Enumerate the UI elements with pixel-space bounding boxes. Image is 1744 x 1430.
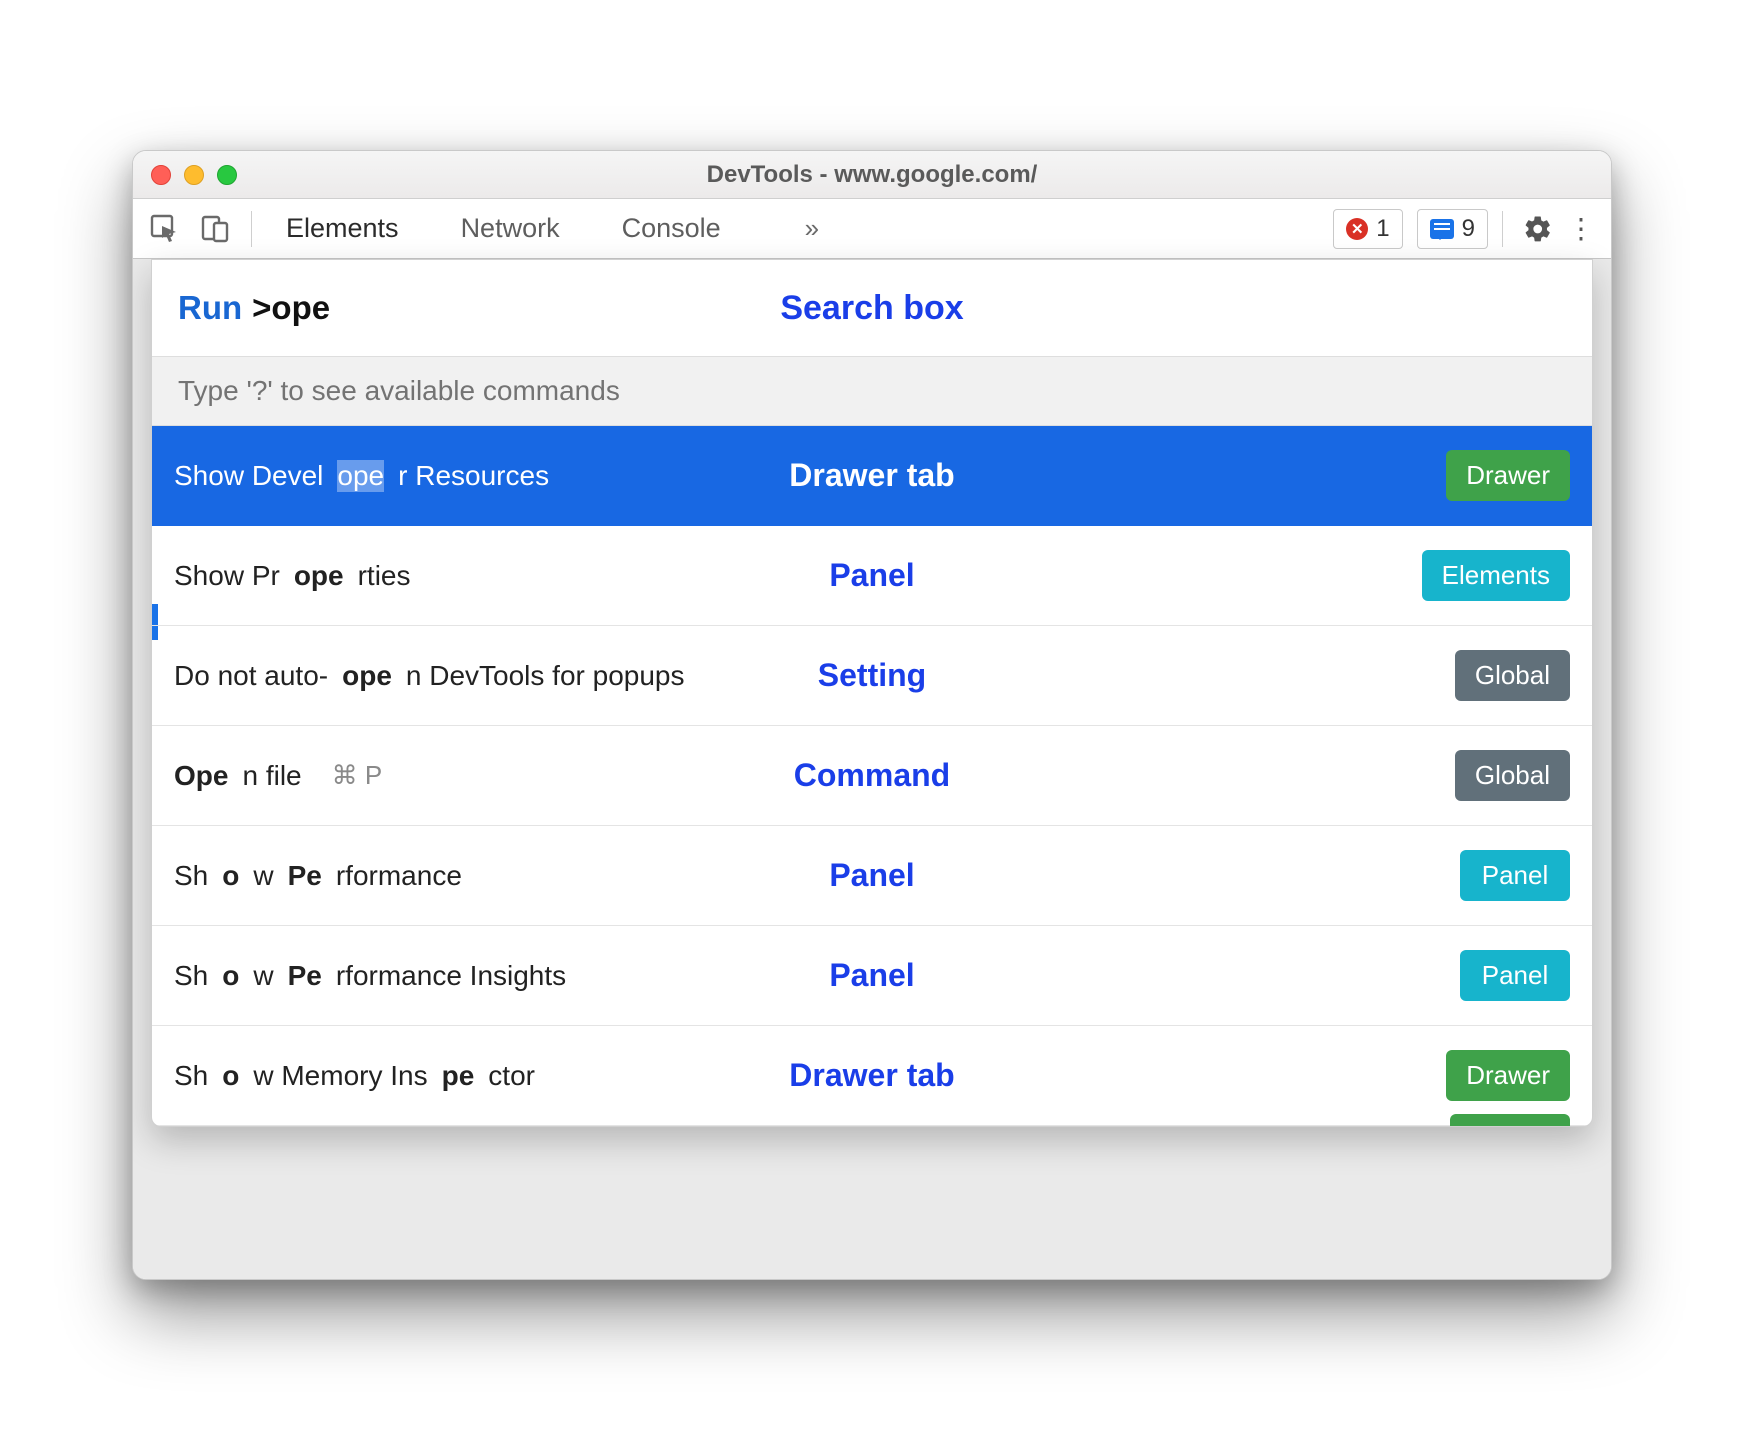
result-badge: Panel [1460,950,1570,1001]
result-badge: Panel [1460,850,1570,901]
messages-badge[interactable]: 9 [1417,209,1488,249]
tab-console[interactable]: Console [616,213,727,244]
tab-elements[interactable]: Elements [280,213,405,244]
devtools-window: DevTools - www.google.com/ Elements Netw… [132,150,1612,1280]
next-result-peek [1450,1114,1570,1127]
content-area: Run >ope Search box Type '?' to see avai… [133,259,1611,1279]
result-text: Show Performance [174,860,462,892]
result-badge: Global [1455,650,1570,701]
result-text: Show Developer Resources [174,460,549,492]
window-title: DevTools - www.google.com/ [133,161,1611,189]
result-text: Open file⌘ P [174,760,382,792]
result-text: Do not auto-open DevTools for popups [174,660,685,692]
annotation-type: Command [794,757,950,794]
command-hint: Type '?' to see available commands [152,356,1592,426]
annotation-type: Drawer tab [789,457,954,494]
command-result[interactable]: Do not auto-open DevTools for popups Set… [152,626,1592,726]
command-menu: Run >ope Search box Type '?' to see avai… [151,259,1593,1127]
search-query: >ope [252,289,330,327]
separator [1502,211,1503,247]
errors-count: 1 [1376,215,1389,243]
command-result[interactable]: Open file⌘ P Command Global [152,726,1592,826]
separator [251,211,252,247]
shortcut: ⌘ P [332,760,383,791]
devtools-toolbar: Elements Network Console » ✕ 1 9 ⋮ [133,199,1611,259]
messages-count: 9 [1462,215,1475,243]
message-icon [1430,219,1454,239]
result-badge: Elements [1422,550,1570,601]
titlebar: DevTools - www.google.com/ [133,151,1611,199]
inspect-element-icon[interactable] [143,207,187,251]
result-text: Show Properties [174,560,411,592]
error-icon: ✕ [1346,218,1368,240]
result-text: Show Memory Inspector [174,1060,535,1092]
device-toolbar-icon[interactable] [193,207,237,251]
command-result[interactable]: Show Memory Inspector Drawer tab Drawer [152,1026,1592,1126]
kebab-menu-icon[interactable]: ⋮ [1565,212,1597,245]
annotation-search-box: Search box [152,289,1592,328]
gear-icon[interactable] [1517,214,1559,244]
result-badge: Drawer [1446,450,1570,501]
result-badge: Global [1455,750,1570,801]
more-tabs-icon[interactable]: » [805,213,819,244]
run-label: Run [178,289,242,327]
annotation-type: Drawer tab [789,1057,954,1094]
panel-tabs: Elements Network Console » [280,213,819,244]
annotation-type: Panel [829,957,914,994]
result-text: Show Performance Insights [174,960,566,992]
result-badge: Drawer [1446,1050,1570,1101]
command-result[interactable]: Show Properties Panel Elements [152,526,1592,626]
annotation-type: Setting [818,657,926,694]
command-result[interactable]: Show Performance Panel Panel [152,826,1592,926]
errors-badge[interactable]: ✕ 1 [1333,209,1402,249]
command-search-row[interactable]: Run >ope Search box [152,260,1592,356]
command-result[interactable]: Show Developer Resources Drawer tab Draw… [152,426,1592,526]
annotation-type: Panel [829,557,914,594]
command-result[interactable]: Show Performance Insights Panel Panel [152,926,1592,1026]
tab-network[interactable]: Network [455,213,566,244]
annotation-type: Panel [829,857,914,894]
